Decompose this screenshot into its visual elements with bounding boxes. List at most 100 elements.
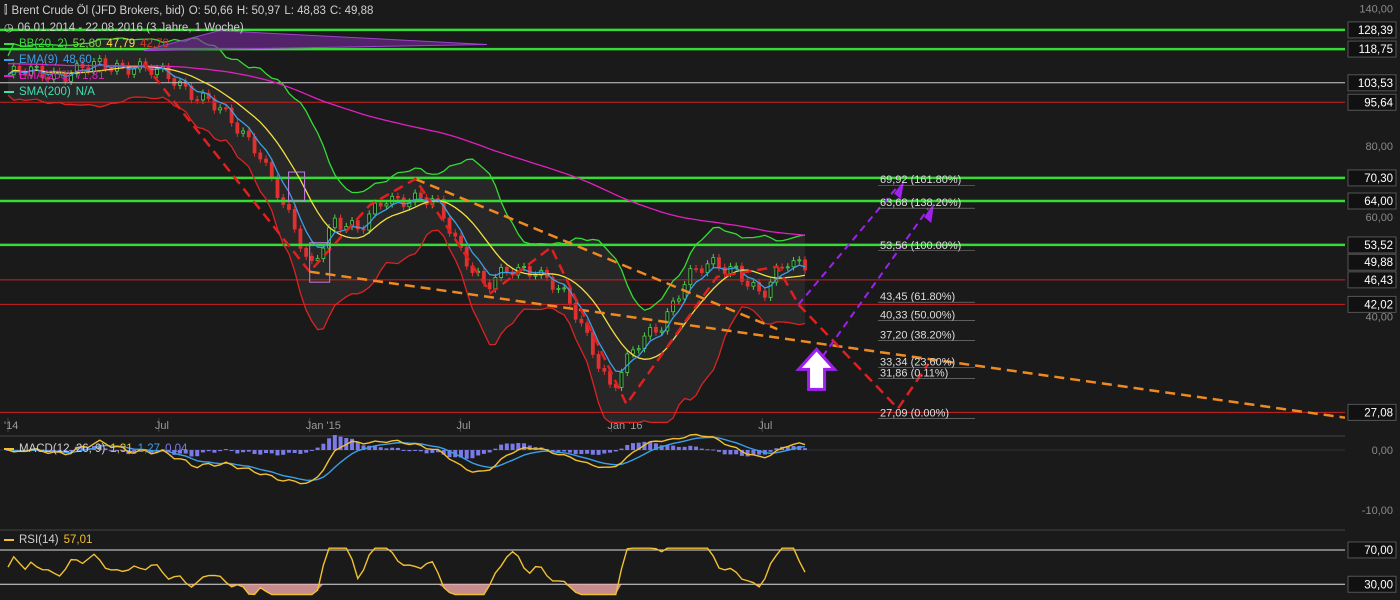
legend-value: 71,81 [75, 70, 105, 82]
macd-histogram-bar [418, 450, 423, 452]
macd-histogram-bar [355, 442, 360, 450]
candle-body [803, 259, 807, 271]
candle-body [711, 257, 716, 265]
candle-body [332, 217, 337, 229]
macd-histogram-bar [464, 450, 469, 459]
candle-body [596, 354, 601, 369]
macd-histogram-bar [476, 450, 481, 456]
macd-histogram-bar [384, 448, 389, 450]
macd-histogram-bar [212, 450, 217, 453]
fib-level-label: 43,45 (61.80%) [880, 291, 955, 303]
x-tick-label: Jul [457, 420, 471, 432]
candle-body [373, 202, 377, 215]
fib-level-label: 37,20 (38.20%) [880, 329, 955, 341]
candle-body [115, 62, 119, 72]
legend-item: BB(20, 2) 52,80 47,79 42,78 [4, 38, 169, 50]
macd-swatch [4, 448, 14, 450]
candle-body [264, 158, 268, 163]
candle-body [309, 255, 314, 261]
candle-body [722, 267, 727, 274]
candle-body [619, 372, 624, 388]
price-tag-label: 64,00 [1364, 196, 1393, 208]
candle-body [602, 367, 607, 372]
macd-histogram-bar [292, 450, 297, 454]
candle-body [590, 331, 595, 355]
macd-histogram-bar [487, 450, 492, 453]
macd-histogram-bar [430, 450, 435, 453]
candle-body [258, 152, 263, 160]
legend-value: 52,80 [72, 38, 102, 50]
candle-body [103, 58, 108, 69]
macd-histogram-bar [252, 450, 257, 455]
price-chart[interactable]: '14 Jul Jan '15 Jul Jan '16 Jul 69,92 (161.80… [0, 0, 1400, 600]
candle-body [292, 209, 297, 230]
macd-histogram-bar [596, 450, 601, 455]
candle-body [671, 300, 676, 313]
rsi-legend: RSI(14) 57,01 [4, 534, 92, 546]
close-value: C: 49,88 [329, 4, 374, 17]
price-tag-label: 46,43 [1364, 275, 1393, 287]
macd-histogram-bar [734, 450, 739, 455]
price-tag-label: 118,75 [1359, 44, 1393, 56]
macd-histogram-bar [269, 450, 274, 454]
candle-body [797, 259, 802, 262]
macd-histogram-bar [424, 450, 429, 454]
rsi-y-tick: 30,00 [1364, 579, 1393, 591]
candle-body [338, 217, 343, 230]
macd-histogram-bar [705, 449, 710, 451]
macd-histogram-bar [504, 443, 509, 450]
macd-histogram-bar [573, 450, 578, 455]
macd-histogram-bar [493, 448, 498, 450]
macd-histogram-bar [699, 448, 704, 450]
fib-level-label: 40,33 (50.00%) [880, 309, 955, 321]
macd-histogram-bar [688, 445, 693, 450]
macd-histogram-bar [585, 450, 590, 454]
macd-histogram-bar [803, 448, 807, 450]
macd-histogram-bar [630, 443, 635, 450]
y-tick-label: 80,00 [1365, 141, 1393, 153]
macd-histogram-bar [223, 449, 228, 451]
price-tag-label: 70,30 [1364, 173, 1393, 185]
macd-y-tick: -10,00 [1362, 505, 1393, 517]
macd-histogram-bar [275, 450, 280, 456]
legend-label: SMA(200) [19, 86, 71, 98]
macd-histogram-bar [350, 438, 355, 450]
candle-body [269, 161, 274, 179]
macd-histogram-bar [694, 446, 699, 450]
candle-body [395, 195, 400, 199]
candle-body [275, 177, 280, 199]
candle-body [201, 92, 205, 101]
legend-label: BB(20, 2) [19, 38, 68, 50]
legend-swatch [4, 91, 14, 93]
candle-body [717, 257, 721, 268]
candle-body [287, 203, 291, 210]
candle-body [694, 268, 698, 271]
macd-histogram-bar [304, 450, 309, 453]
candle-body [762, 290, 767, 298]
macd-histogram-bar [286, 450, 291, 453]
candle-body [688, 268, 693, 286]
candle-body [321, 247, 326, 259]
macd-histogram-bar [298, 450, 303, 454]
candle-body [223, 107, 228, 110]
candle-body [401, 197, 406, 208]
date-range-text: 06.01.2014 - 22.08.2016 (3 Jahre, 1 Woch… [17, 21, 244, 34]
candle-body [728, 266, 733, 274]
macd-histogram-bar [499, 444, 504, 450]
macd-histogram-bar [562, 450, 567, 452]
open-value: O: 50,66 [188, 4, 233, 17]
candle-body [751, 282, 756, 287]
macd-histogram-bar [189, 450, 194, 457]
candle-body [556, 288, 561, 290]
rsi-name: RSI(14) [19, 534, 59, 546]
instrument-name: Brent Crude Öl (JFD Brokers, bid) [11, 4, 185, 17]
price-tag-label: 42,02 [1364, 299, 1393, 311]
legend-value: 48,60 [62, 54, 92, 66]
y-tick-label: 140,00 [1359, 4, 1393, 16]
price-tag-label: 53,52 [1364, 240, 1393, 252]
candle-body [172, 78, 177, 86]
macd-histogram-bar [395, 447, 400, 450]
macd-histogram-bar [676, 446, 681, 450]
legend-swatch [4, 43, 14, 45]
candle-body [418, 192, 423, 199]
